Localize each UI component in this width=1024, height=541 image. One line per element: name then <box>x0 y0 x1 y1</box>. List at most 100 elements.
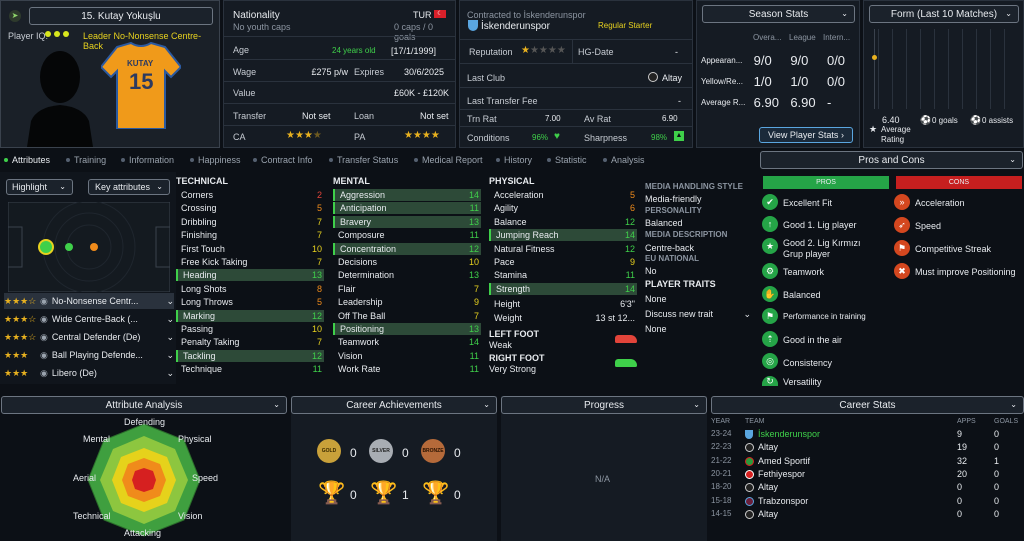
pro-item: Good 2. Lig Kırmızı Grup player <box>783 238 861 259</box>
sharp-value: 98% <box>651 133 668 142</box>
attr-off-the-ball: Off The Ball 7 <box>338 310 479 321</box>
table-row[interactable]: 23-24 İskenderunspor 9 0 <box>711 429 1024 441</box>
av-value: 6.90 <box>662 114 678 123</box>
back-arrow-icon[interactable]: ➤ <box>9 10 21 22</box>
trn-value: 7.00 <box>545 114 561 123</box>
club-panel: Contracted to İskenderunspor İskenderuns… <box>459 0 693 148</box>
tab-attributes[interactable]: Attributes <box>4 155 50 165</box>
form-panel: Form (Last 10 Matches) ⌄ 6.40 ★ Average R… <box>863 0 1024 148</box>
gold-count: 0 <box>350 446 357 460</box>
table-row[interactable]: 21-22 Amed Sportif 32 1 <box>711 456 1024 468</box>
discuss-trait-dropdown[interactable]: Discuss new trait ⌄ <box>645 309 751 320</box>
attr-long-shots: Long Shots 8 <box>181 283 322 294</box>
tab-history[interactable]: History <box>496 155 532 165</box>
con-item: Competitive Streak <box>915 244 992 254</box>
chevron-down-icon: ⌄ <box>166 295 174 306</box>
season-stats-dropdown[interactable]: Season Stats ⌄ <box>702 5 855 23</box>
role-icon: ◉ <box>40 349 48 360</box>
progress-dropdown[interactable]: Progress ⌄ <box>501 396 707 414</box>
turkey-flag-icon: ☾ <box>434 10 446 18</box>
season-row-cards: Yellow/Re... 1/0 1/0 0/0 <box>701 73 846 89</box>
pros-cons-dropdown[interactable]: Pros and Cons ⌄ <box>760 151 1023 169</box>
chevron-down-icon: ⌄ <box>166 367 174 378</box>
physical-title: PHYSICAL <box>489 176 535 186</box>
discuss-trait-value: None <box>645 324 667 334</box>
goals-icon: ⚽ <box>920 115 932 125</box>
tab-contract-info[interactable]: Contract Info <box>253 155 313 165</box>
tab-analysis[interactable]: Analysis <box>603 155 645 165</box>
attribute-analysis-dropdown[interactable]: Attribute Analysis ⌄ <box>1 396 287 414</box>
career-stats-dropdown[interactable]: Career Stats ⌄ <box>711 396 1024 414</box>
career-achievements-dropdown[interactable]: Career Achievements ⌄ <box>291 396 497 414</box>
radar-label-aerial: Aerial <box>73 473 97 483</box>
radar-label-technical: Technical <box>73 511 111 521</box>
tab-happiness[interactable]: Happiness <box>190 155 241 165</box>
radar-label-vision: Vision <box>178 511 203 521</box>
club-badge-icon <box>745 430 753 439</box>
table-row[interactable]: 15-18 Trabzonspor 0 0 <box>711 496 1024 508</box>
role-icon: ◉ <box>40 313 48 324</box>
attr-long-throws: Long Throws 5 <box>181 297 322 308</box>
form-dropdown[interactable]: Form (Last 10 Matches) ⌄ <box>869 5 1019 23</box>
attr-anticipation: Anticipation 11 <box>333 202 481 215</box>
personality-value: Balanced <box>645 218 683 228</box>
table-row[interactable]: 18-20 Altay 0 0 <box>711 482 1024 494</box>
chevron-down-icon: ⌄ <box>166 313 174 324</box>
tab-bar: Attributes Training Information Happines… <box>0 152 758 168</box>
chevron-down-icon: ⌄ <box>156 182 163 192</box>
role-item-central-def[interactable]: ★★★☆ ◉ Central Defender (De) ⌄ <box>4 329 174 345</box>
attr-concentration: Concentration 12 <box>333 242 481 255</box>
attr-teamwork: Teamwork 14 <box>338 337 479 348</box>
tab-medical-report[interactable]: Medical Report <box>414 155 483 165</box>
career-col-team: TEAM <box>745 418 765 425</box>
tab-training[interactable]: Training <box>66 155 106 165</box>
speed-icon: ➶ <box>894 217 910 233</box>
player-name-dropdown[interactable]: 15. Kutay Yokuşlu <box>29 7 213 25</box>
pro-item: Performance in training <box>783 312 866 321</box>
highlight-dropdown[interactable]: Highlight ⌄ <box>6 179 73 195</box>
transfer-label: Transfer <box>233 111 267 121</box>
attr-jumping-reach: Jumping Reach 14 <box>489 229 637 242</box>
view-player-stats-button[interactable]: View Player Stats › <box>759 127 853 143</box>
attr-technique: Technique 11 <box>181 364 322 375</box>
last-club-label: Last Club <box>467 73 506 83</box>
table-row[interactable]: 14-15 Altay 0 0 <box>711 509 1024 521</box>
role-item-libero[interactable]: ★★★ ◉ Libero (De) ⌄ <box>4 365 174 381</box>
club-badge-icon <box>745 496 754 506</box>
pro-item: Consistency <box>783 358 833 368</box>
trophy-bronze-count: 0 <box>454 488 461 502</box>
tab-transfer-status[interactable]: Transfer Status <box>329 155 398 165</box>
role-item-no-nonsense[interactable]: ★★★☆ ◉ No-Nonsense Centr... ⌄ <box>4 293 174 309</box>
attr-vision: Vision 11 <box>338 350 479 361</box>
attribute-analysis-panel: Attribute Analysis ⌄ Defending Physical S… <box>0 396 288 541</box>
radar-label-physical: Physical <box>178 434 212 444</box>
club-badge-icon <box>745 509 754 519</box>
club-badge-icon <box>468 20 478 31</box>
star-icon: ★ <box>869 124 878 134</box>
table-row[interactable]: 22-23 Altay 19 0 <box>711 442 1024 454</box>
attr-corners: Corners 2 <box>181 190 322 200</box>
pro-item: Excellent Fit <box>783 198 833 208</box>
teamwork-icon: ⚙ <box>762 263 778 279</box>
balanced-icon: ✋ <box>762 286 778 302</box>
technical-title: TECHNICAL <box>176 176 228 186</box>
table-row[interactable]: 20-21 Fethiyespor 20 0 <box>711 469 1024 481</box>
media-style-value: Media-friendly <box>645 194 702 204</box>
loan-label: Loan <box>354 111 375 121</box>
tab-information[interactable]: Information <box>121 155 174 165</box>
tab-statistic[interactable]: Statistic <box>547 155 587 165</box>
cons-header: CONS <box>896 176 1022 189</box>
role-item-wide-cb[interactable]: ★★★☆ ◉ Wide Centre-Back (... ⌄ <box>4 311 174 327</box>
chevron-down-icon: ⌄ <box>166 331 174 342</box>
club-badge-icon <box>745 456 754 466</box>
key-attributes-dropdown[interactable]: Key attributes ⌄ <box>88 179 170 195</box>
role-item-ball-playing[interactable]: ★★★ ◉ Ball Playing Defende... ⌄ <box>4 347 174 363</box>
season-col-overall: Overa... <box>753 33 782 42</box>
attr-work-rate: Work Rate 11 <box>338 364 479 375</box>
attr-acceleration: Acceleration 5 <box>494 190 635 200</box>
height-row: Height 6'3" <box>494 299 635 309</box>
ca-label: CA <box>233 132 246 142</box>
wage-label: Wage <box>233 67 257 77</box>
progress-panel: Progress ⌄ N/A <box>501 396 707 541</box>
form-avg-label: Average Rating <box>881 125 911 144</box>
